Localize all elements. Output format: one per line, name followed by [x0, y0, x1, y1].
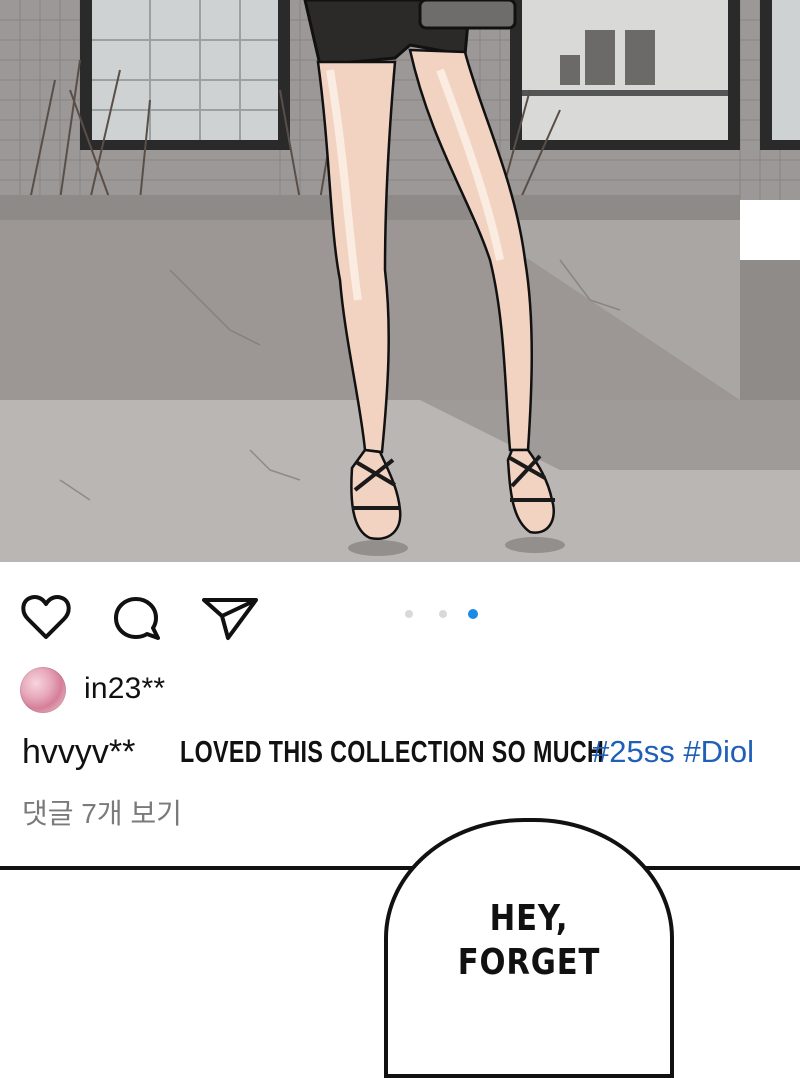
- post-username[interactable]: in23**: [84, 672, 165, 706]
- carousel-dot-active[interactable]: [468, 609, 478, 619]
- share-icon[interactable]: [200, 594, 260, 647]
- panel-divider: [0, 866, 800, 870]
- post-image: [0, 0, 800, 562]
- carousel-indicator: [405, 609, 485, 622]
- view-comments-link[interactable]: 댓글 7개 보기: [22, 792, 182, 832]
- avatar[interactable]: [20, 667, 66, 713]
- caption-hashtags[interactable]: #25ss #Diol: [592, 734, 754, 770]
- carousel-dot[interactable]: [439, 610, 447, 618]
- heart-icon[interactable]: [20, 592, 72, 647]
- comic-illustration: [0, 0, 800, 562]
- comment-icon[interactable]: [112, 594, 164, 649]
- speech-bubble-line-2: FORGET: [457, 942, 601, 983]
- carousel-dot[interactable]: [405, 610, 413, 618]
- speech-bubble-line-1: HEY,: [489, 898, 569, 939]
- caption-text: LOVED THIS COLLECTION SO MUCH: [180, 734, 605, 769]
- caption-username[interactable]: hvvyv**: [22, 733, 135, 772]
